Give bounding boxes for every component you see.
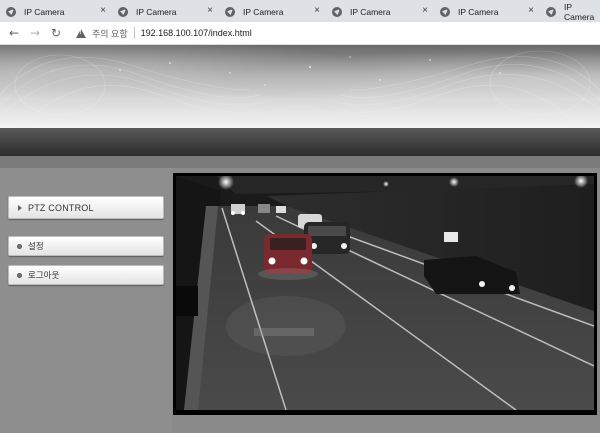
globe-icon: [6, 7, 16, 17]
globe-icon: [225, 7, 235, 17]
close-icon[interactable]: ×: [100, 5, 106, 16]
browser-tab-strip: IP Camera × IP Camera × IP Camera × IP C…: [0, 0, 600, 22]
globe-icon: [118, 7, 128, 17]
reload-icon[interactable]: ↻: [48, 25, 64, 41]
close-icon[interactable]: ×: [314, 5, 320, 16]
camera-live-view[interactable]: [176, 176, 594, 410]
globe-icon: [440, 7, 450, 17]
browser-toolbar: ← → ↻ 주의 요함 192.168.100.107/index.html: [0, 22, 600, 45]
warning-icon[interactable]: [76, 28, 86, 38]
ptz-control-button[interactable]: PTZ CONTROL: [8, 196, 164, 219]
header-divider: [0, 156, 600, 168]
back-arrow-icon[interactable]: ←: [6, 25, 22, 41]
browser-tab[interactable]: IP Camera ×: [0, 2, 113, 22]
tab-title: IP Camera: [458, 7, 499, 17]
close-icon[interactable]: ×: [528, 5, 534, 16]
logout-label: 로그아웃: [28, 271, 60, 281]
tab-title: IP Camera: [243, 7, 284, 17]
triangle-right-icon: [18, 204, 22, 211]
browser-tab[interactable]: IP Camera ×: [326, 2, 435, 22]
browser-tab[interactable]: IP Camera ×: [219, 2, 327, 22]
settings-button[interactable]: 설정: [8, 236, 164, 256]
tab-title: IP Camera: [24, 7, 65, 17]
browser-tab[interactable]: IP Camera ×: [434, 2, 541, 22]
browser-tab[interactable]: IP Camera: [540, 2, 600, 22]
tab-title: IP Camera: [350, 7, 391, 17]
bullet-icon: [17, 272, 22, 278]
close-icon[interactable]: ×: [422, 5, 428, 16]
security-warning-label[interactable]: 주의 요함: [92, 27, 128, 40]
header-banner: [0, 45, 600, 128]
logout-button[interactable]: 로그아웃: [8, 265, 164, 285]
tab-title: IP Camera: [136, 7, 177, 17]
url-text[interactable]: 192.168.100.107/index.html: [141, 28, 252, 38]
header-dark-bar: [0, 128, 600, 156]
address-bar[interactable]: 주의 요함 192.168.100.107/index.html: [72, 24, 600, 42]
forward-arrow-icon[interactable]: →: [27, 25, 43, 41]
address-separator: [133, 27, 135, 39]
bullet-icon: [17, 243, 22, 249]
browser-tab[interactable]: IP Camera ×: [112, 2, 220, 22]
ptz-control-label: PTZ CONTROL: [28, 202, 94, 213]
globe-icon: [546, 7, 556, 17]
close-icon[interactable]: ×: [207, 5, 213, 16]
settings-label: 설정: [28, 242, 44, 252]
banner-swirl-graphic: [0, 50, 600, 128]
tab-title: IP Camera: [564, 2, 595, 22]
globe-icon: [332, 7, 342, 17]
tunnel-scene-image: [176, 176, 594, 410]
